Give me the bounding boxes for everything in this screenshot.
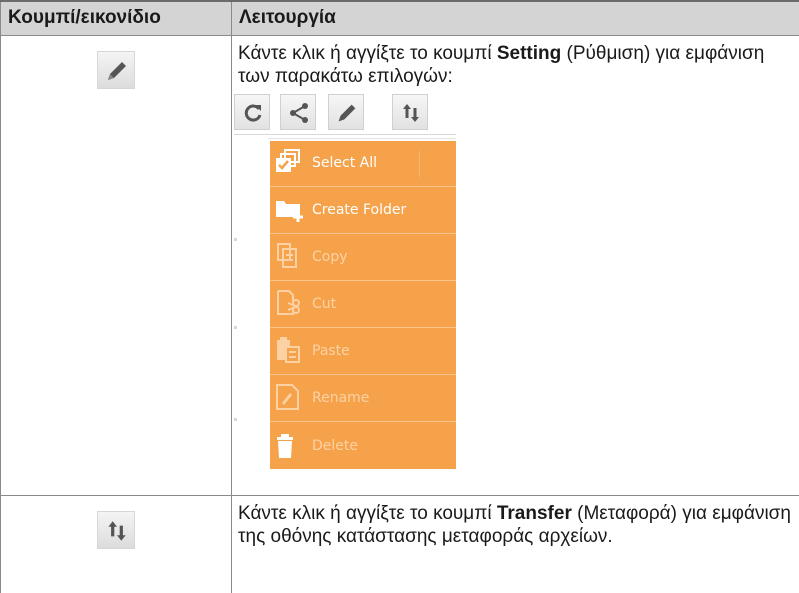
pencil-icon [338, 104, 356, 121]
share-button[interactable] [280, 93, 316, 130]
paste-icon [270, 328, 312, 374]
description-cell: Κάντε κλικ ή αγγίξτε το κουμπί Transfer … [231, 494, 799, 593]
menu-item-select-all[interactable]: Select All [270, 141, 456, 187]
table-row: Κάντε κλικ ή αγγίξτε το κουμπί Transfer … [0, 494, 799, 593]
menu-item-label: Rename [312, 390, 370, 406]
menu-item-cut[interactable]: Cut [270, 282, 456, 328]
delete-icon [270, 423, 312, 469]
desc-bold: Setting [496, 42, 562, 64]
header-button-icon: Κουμπί/εικονίδιο [0, 0, 232, 36]
setting-button[interactable] [97, 50, 135, 89]
menu-item-label: Paste [312, 343, 350, 359]
header-function: Λειτουργία [231, 0, 799, 36]
icon-cell [0, 34, 232, 496]
setting-button[interactable] [328, 93, 364, 130]
rename-icon [270, 375, 312, 421]
transfer-description: Κάντε κλικ ή αγγίξτε το κουμπί Transfer … [232, 496, 799, 548]
transfer-button[interactable] [392, 93, 428, 130]
transfer-button[interactable] [97, 510, 135, 549]
icon-cell [0, 494, 232, 593]
cut-icon [270, 281, 312, 327]
divider [234, 325, 237, 329]
setting-description: Κάντε κλικ ή αγγίξτε το κουμπί Setting (… [232, 36, 799, 88]
select-all-icon [270, 140, 312, 186]
menu-item-copy[interactable]: Copy [270, 235, 456, 281]
menu-item-label: Copy [312, 249, 348, 265]
setting-menu: Select All Create Folder Copy Cut Paste … [270, 140, 456, 469]
share-icon [290, 102, 308, 123]
refresh-icon [244, 104, 262, 122]
description-cell: Κάντε κλικ ή αγγίξτε το κουμπί Setting (… [231, 34, 799, 496]
table-row: Κάντε κλικ ή αγγίξτε το κουμπί Setting (… [0, 34, 799, 496]
transfer-icon [403, 103, 419, 122]
menu-item-label: Create Folder [312, 202, 407, 218]
table-header-row: Κουμπί/εικονίδιο Λειτουργία [0, 0, 799, 36]
divider [234, 237, 237, 241]
desc-text: Κάντε κλικ ή αγγίξτε το κουμπί [238, 502, 497, 524]
create-folder-icon [270, 187, 312, 233]
toolbar-divider [268, 137, 456, 139]
menu-item-paste[interactable]: Paste [270, 329, 456, 375]
menu-screenshot: Select All Create Folder Copy Cut Paste … [234, 88, 799, 469]
menu-item-label: Cut [312, 296, 337, 312]
transfer-icon [108, 520, 126, 541]
copy-icon [270, 234, 312, 280]
menu-item-create-folder[interactable]: Create Folder [270, 188, 456, 234]
toolbar-divider [234, 133, 456, 135]
divider [234, 417, 237, 421]
menu-item-delete[interactable]: Delete [270, 423, 456, 469]
desc-bold: Transfer [496, 502, 572, 524]
refresh-button[interactable] [234, 93, 270, 130]
menu-item-label: Delete [312, 437, 358, 454]
pencil-icon [108, 61, 126, 80]
menu-item-label: Select All [312, 155, 377, 171]
function-table: Κουμπί/εικονίδιο Λειτουργία Κάντε κλικ ή… [0, 0, 799, 593]
divider [419, 150, 420, 177]
desc-text: Κάντε κλικ ή αγγίξτε το κουμπί [238, 42, 497, 64]
menu-item-rename[interactable]: Rename [270, 376, 456, 422]
